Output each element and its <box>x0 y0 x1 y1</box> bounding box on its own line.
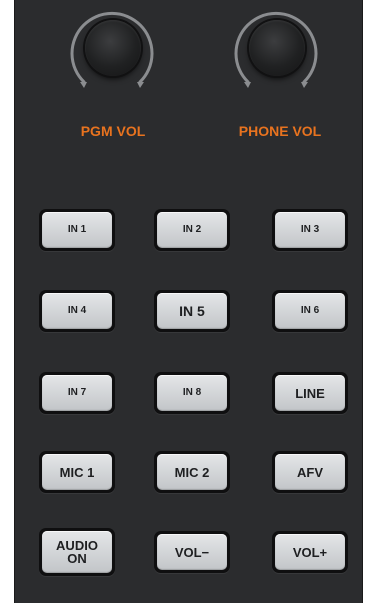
line-button[interactable]: LINE <box>272 372 348 414</box>
mic-2-button[interactable]: MIC 2 <box>154 451 230 493</box>
afv-button[interactable]: AFV <box>272 451 348 493</box>
in-5-label: IN 5 <box>179 303 205 319</box>
in-1-button[interactable]: IN 1 <box>39 209 115 251</box>
phone-vol-knob[interactable] <box>228 2 324 102</box>
phone-vol-knob-cap[interactable] <box>249 20 305 76</box>
in-3-label: IN 3 <box>300 224 320 235</box>
in-7-button[interactable]: IN 7 <box>39 372 115 414</box>
pgm-vol-knob-cap[interactable] <box>85 20 141 76</box>
in-1-label: IN 1 <box>67 224 87 235</box>
line-label: LINE <box>295 385 325 401</box>
mic-2-label: MIC 2 <box>174 464 210 480</box>
vol-plus-button[interactable]: VOL+ <box>272 531 348 573</box>
in-4-label: IN 4 <box>67 305 87 316</box>
audio-control-panel: PGM VOL PHONE VOL IN 1 IN 2 IN 3 IN 4 IN… <box>14 0 363 603</box>
in-4-button[interactable]: IN 4 <box>39 290 115 332</box>
phone-vol-label: PHONE VOL <box>238 123 322 139</box>
audio-on-label: AUDIO ON <box>56 538 98 566</box>
mic-1-label: MIC 1 <box>59 464 95 480</box>
in-3-button[interactable]: IN 3 <box>272 209 348 251</box>
in-6-label: IN 6 <box>300 305 320 316</box>
afv-label: AFV <box>297 464 323 480</box>
vol-plus-label: VOL+ <box>292 544 328 560</box>
in-2-button[interactable]: IN 2 <box>154 209 230 251</box>
in-7-label: IN 7 <box>67 387 87 398</box>
in-2-label: IN 2 <box>182 224 202 235</box>
in-6-button[interactable]: IN 6 <box>272 290 348 332</box>
in-8-label: IN 8 <box>182 387 202 398</box>
pgm-vol-label: PGM VOL <box>80 123 146 139</box>
mic-1-button[interactable]: MIC 1 <box>39 451 115 493</box>
pgm-vol-knob[interactable] <box>64 2 160 102</box>
vol-minus-label: VOL− <box>174 544 210 560</box>
audio-on-button[interactable]: AUDIO ON <box>39 528 115 576</box>
in-5-button[interactable]: IN 5 <box>154 290 230 332</box>
vol-minus-button[interactable]: VOL− <box>154 531 230 573</box>
in-8-button[interactable]: IN 8 <box>154 372 230 414</box>
